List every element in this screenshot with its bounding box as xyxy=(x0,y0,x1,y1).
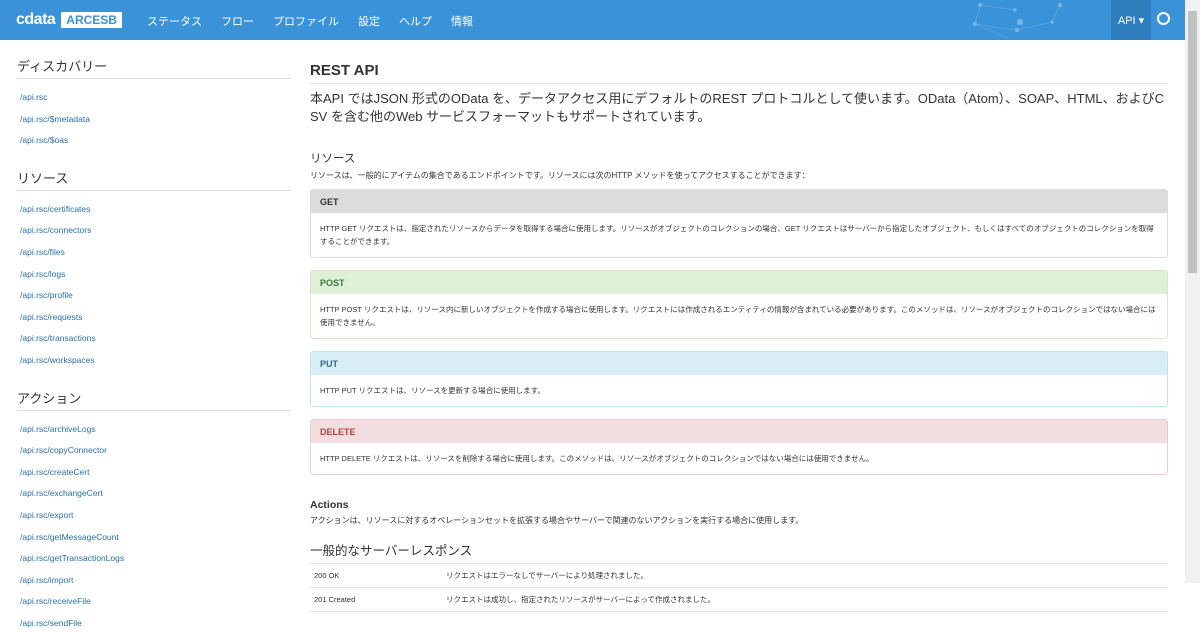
sidebar-link[interactable]: /api.rsc/certificates xyxy=(20,199,290,221)
method-desc: HTTP GET リクエストは、指定されたリソースからデータを取得する場合に使用… xyxy=(320,224,1154,246)
method-panels: GET HTTP GET リクエストは、指定されたリソースからデータを取得する場合… xyxy=(310,189,1168,475)
sidebar: ディスカバリー/api.rsc/api.rsc/$metadata/api.rs… xyxy=(17,40,291,634)
sidebar-link[interactable]: /api.rsc/createCert xyxy=(20,462,290,484)
method-name: POST xyxy=(311,271,1167,294)
method-desc: HTTP DELETE リクエストは、リソースを削除する場合に使用します。このメ… xyxy=(320,454,874,463)
sidebar-heading: アクション xyxy=(17,388,291,411)
nav-info[interactable]: 情報 xyxy=(451,13,473,29)
page-title: REST API xyxy=(310,62,1168,84)
method-panel-get: GET HTTP GET リクエストは、指定されたリソースからデータを取得する場合… xyxy=(310,189,1168,258)
method-panel-put: PUT HTTP PUT リクエストは、リソースを更新する場合に使用します。 xyxy=(310,351,1168,407)
actions-desc: アクションは、リソースに対するオペレーションセットを拡張する場合やサーバーで関連… xyxy=(310,516,804,525)
sidebar-link[interactable]: /api.rsc/getMessageCount xyxy=(20,527,290,549)
sidebar-link[interactable]: /api.rsc/transactions xyxy=(20,328,290,350)
lead-text: 本API ではJSON 形式のOData を、データアクセス用にデフォルトのRE… xyxy=(310,91,1165,124)
nav-help[interactable]: ヘルプ xyxy=(399,13,432,29)
response-desc: リクエストはエラーなしでサーバーにより処理されました。 xyxy=(442,564,1168,588)
nav-flow[interactable]: フロー xyxy=(221,13,254,29)
logo-cdata: cdata xyxy=(16,11,56,28)
logo[interactable]: cdata ARCESB xyxy=(16,11,122,29)
top-navbar: cdata ARCESB ステータス フロー プロファイル 設定 ヘルプ 情報 … xyxy=(0,0,1185,40)
main-content: REST API 本API ではJSON 形式のOData を、データアクセス用… xyxy=(310,62,1168,612)
method-desc: HTTP POST リクエストは、リソース内に新しいオブジェクトを作成する場合に… xyxy=(320,305,1156,327)
scrollbar[interactable] xyxy=(1185,0,1200,583)
sidebar-link[interactable]: /api.rsc/connectors xyxy=(20,220,290,242)
responses-heading: 一般的なサーバーレスポンス xyxy=(310,540,1168,564)
sidebar-link[interactable]: /api.rsc/files xyxy=(20,242,290,264)
sidebar-link[interactable]: /api.rsc/$metadata xyxy=(20,109,290,131)
sidebar-link[interactable]: /api.rsc/copyConnector xyxy=(20,440,290,462)
resources-heading: リソース xyxy=(310,153,356,165)
sidebar-link[interactable]: /api.rsc/export xyxy=(20,505,290,527)
response-desc: リクエストは成功し、指定されたリソースがサーバーによって作成されました。 xyxy=(442,587,1168,612)
sidebar-link[interactable]: /api.rsc/logs xyxy=(20,264,290,286)
table-row: 201 Created リクエストは成功し、指定されたリソースがサーバーによって作… xyxy=(310,587,1168,612)
nav-profile[interactable]: プロファイル xyxy=(273,13,339,29)
response-code: 200 OK xyxy=(310,564,442,588)
sidebar-link[interactable]: /api.rsc xyxy=(20,87,290,109)
method-name: GET xyxy=(311,190,1167,213)
sidebar-link[interactable]: /api.rsc/sendFile xyxy=(20,613,290,634)
method-name: DELETE xyxy=(311,420,1167,443)
sidebar-link[interactable]: /api.rsc/receiveFile xyxy=(20,591,290,613)
method-panel-post: POST HTTP POST リクエストは、リソース内に新しいオブジェクトを作成す… xyxy=(310,270,1168,339)
main-menu: ステータス フロー プロファイル 設定 ヘルプ 情報 xyxy=(147,13,473,29)
table-row: 200 OK リクエストはエラーなしでサーバーにより処理されました。 xyxy=(310,564,1168,588)
nav-status[interactable]: ステータス xyxy=(147,13,202,29)
sidebar-link[interactable]: /api.rsc/$oas xyxy=(20,130,290,152)
scrollbar-thumb[interactable] xyxy=(1188,11,1197,273)
logo-product: ARCESB xyxy=(61,12,122,28)
nav-settings[interactable]: 設定 xyxy=(358,13,380,29)
responses-table: 200 OK リクエストはエラーなしでサーバーにより処理されました。 201 Cre… xyxy=(310,564,1168,612)
sidebar-link[interactable]: /api.rsc/getTransactionLogs xyxy=(20,548,290,570)
api-dropdown[interactable]: API ▾ xyxy=(1111,0,1151,40)
network-decoration-icon xyxy=(972,2,1063,39)
sidebar-link[interactable]: /api.rsc/workspaces xyxy=(20,350,290,372)
sidebar-heading: ディスカバリー xyxy=(17,56,291,79)
sidebar-link[interactable]: /api.rsc/profile xyxy=(20,285,290,307)
sidebar-link[interactable]: /api.rsc/import xyxy=(20,570,290,592)
response-code: 201 Created xyxy=(310,587,442,612)
sidebar-link[interactable]: /api.rsc/requests xyxy=(20,307,290,329)
method-desc: HTTP PUT リクエストは、リソースを更新する場合に使用します。 xyxy=(320,386,545,395)
sidebar-heading: リソース xyxy=(17,168,291,191)
user-icon[interactable] xyxy=(1157,12,1170,25)
resources-desc: リソースは、一般的にアイテムの集合であるエンドポイントです。リソースには次のHT… xyxy=(310,171,810,180)
sidebar-link[interactable]: /api.rsc/exchangeCert xyxy=(20,483,290,505)
method-name: PUT xyxy=(311,352,1167,375)
actions-heading: Actions xyxy=(310,499,349,511)
method-panel-delete: DELETE HTTP DELETE リクエストは、リソースを削除する場合に使用し… xyxy=(310,419,1168,475)
sidebar-link[interactable]: /api.rsc/archiveLogs xyxy=(20,419,290,441)
